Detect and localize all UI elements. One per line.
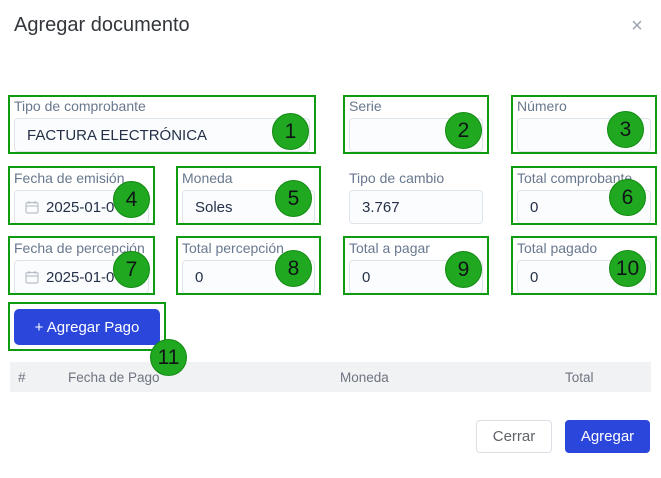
field-fecha-emision: Fecha de emisión 2025-01-0 bbox=[14, 170, 149, 224]
total-a-pagar-label: Total a pagar bbox=[349, 240, 483, 256]
tipo-comprobante-input[interactable] bbox=[14, 118, 310, 152]
field-total-comprobante: Total comprobante bbox=[517, 170, 651, 224]
fecha-percepcion-input[interactable]: 2025-01-0 bbox=[14, 260, 149, 294]
modal-title: Agregar documento bbox=[14, 14, 190, 37]
payments-table-header: # Fecha de Pago Moneda Total bbox=[10, 362, 651, 392]
field-total-pagado: Total pagado bbox=[517, 240, 651, 294]
add-document-modal: Agregar documento × Tipo de comprobante … bbox=[0, 0, 661, 478]
calendar-icon bbox=[25, 200, 39, 214]
col-fecha-pago: Fecha de Pago bbox=[68, 370, 160, 385]
total-pagado-label: Total pagado bbox=[517, 240, 651, 256]
total-percepcion-label: Total percepción bbox=[182, 240, 315, 256]
col-total: Total bbox=[565, 370, 594, 385]
tipo-cambio-label: Tipo de cambio bbox=[349, 170, 483, 186]
moneda-label: Moneda bbox=[182, 170, 315, 186]
field-total-a-pagar: Total a pagar bbox=[349, 240, 483, 294]
field-numero: Número bbox=[517, 98, 651, 152]
col-moneda: Moneda bbox=[340, 370, 389, 385]
total-comprobante-input[interactable] bbox=[517, 190, 651, 224]
field-serie: Serie bbox=[349, 98, 483, 152]
agregar-pago-button[interactable]: + Agregar Pago bbox=[14, 309, 160, 345]
total-a-pagar-input[interactable] bbox=[349, 260, 483, 294]
field-moneda: Moneda bbox=[182, 170, 315, 224]
calendar-icon bbox=[25, 270, 39, 284]
fecha-percepcion-label: Fecha de percepción bbox=[14, 240, 149, 256]
fecha-percepcion-value: 2025-01-0 bbox=[46, 269, 114, 286]
total-percepcion-input[interactable] bbox=[182, 260, 315, 294]
cerrar-button[interactable]: Cerrar bbox=[476, 420, 552, 453]
serie-label: Serie bbox=[349, 98, 483, 114]
total-pagado-input[interactable] bbox=[517, 260, 651, 294]
serie-input[interactable] bbox=[349, 118, 483, 152]
col-number: # bbox=[18, 370, 26, 385]
numero-label: Número bbox=[517, 98, 651, 114]
tipo-cambio-input[interactable] bbox=[349, 190, 483, 224]
fecha-emision-input[interactable]: 2025-01-0 bbox=[14, 190, 149, 224]
agregar-button[interactable]: Agregar bbox=[565, 420, 650, 453]
fecha-emision-label: Fecha de emisión bbox=[14, 170, 149, 186]
moneda-input[interactable] bbox=[182, 190, 315, 224]
field-tipo-cambio: Tipo de cambio bbox=[349, 170, 483, 224]
field-total-percepcion: Total percepción bbox=[182, 240, 315, 294]
field-tipo-comprobante: Tipo de comprobante bbox=[14, 98, 310, 152]
total-comprobante-label: Total comprobante bbox=[517, 170, 651, 186]
tipo-comprobante-label: Tipo de comprobante bbox=[14, 98, 310, 114]
close-icon[interactable]: × bbox=[625, 14, 649, 38]
numero-input[interactable] bbox=[517, 118, 651, 152]
fecha-emision-value: 2025-01-0 bbox=[46, 199, 114, 216]
field-fecha-percepcion: Fecha de percepción 2025-01-0 bbox=[14, 240, 149, 294]
